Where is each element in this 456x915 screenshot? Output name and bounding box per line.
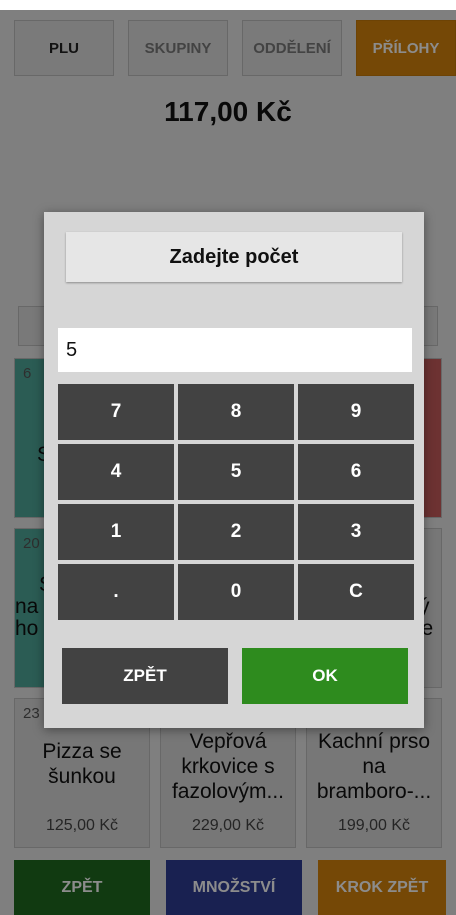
key-4[interactable]: 4 xyxy=(58,444,174,500)
numeric-keypad: 7 8 9 4 5 6 1 2 3 . 0 C xyxy=(58,384,414,620)
key-5[interactable]: 5 xyxy=(178,444,294,500)
quantity-input[interactable]: 5 xyxy=(58,328,412,372)
key-7[interactable]: 7 xyxy=(58,384,174,440)
key-1[interactable]: 1 xyxy=(58,504,174,560)
key-clear[interactable]: C xyxy=(298,564,414,620)
pos-screen: PLU SKUPINY ODDĚLENÍ PŘÍLOHY 117,00 Kč 6… xyxy=(0,10,456,915)
dialog-back-button[interactable]: ZPĚT xyxy=(62,648,228,704)
key-9[interactable]: 9 xyxy=(298,384,414,440)
dialog-ok-button[interactable]: OK xyxy=(242,648,408,704)
quantity-dialog: Zadejte počet 5 7 8 9 4 5 6 1 2 3 . 0 C … xyxy=(44,212,424,728)
key-2[interactable]: 2 xyxy=(178,504,294,560)
dialog-title: Zadejte počet xyxy=(66,232,402,282)
key-0[interactable]: 0 xyxy=(178,564,294,620)
key-8[interactable]: 8 xyxy=(178,384,294,440)
key-3[interactable]: 3 xyxy=(298,504,414,560)
key-6[interactable]: 6 xyxy=(298,444,414,500)
key-decimal[interactable]: . xyxy=(58,564,174,620)
